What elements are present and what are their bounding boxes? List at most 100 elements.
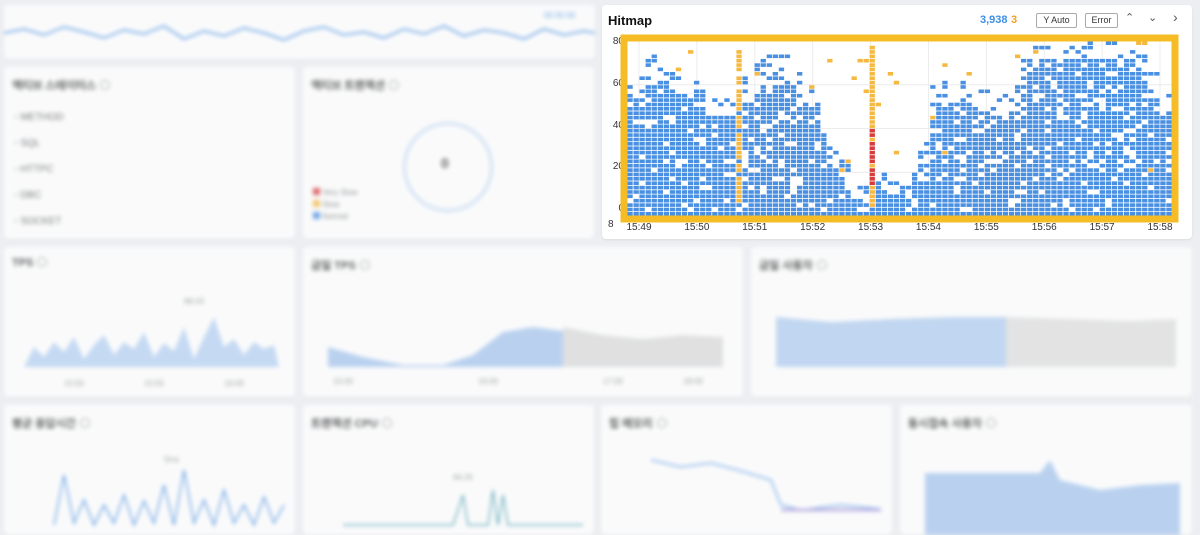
hitmap-cell: [966, 212, 972, 216]
hitmap-cell: [1099, 133, 1105, 137]
hitmap-cell: [936, 111, 942, 115]
hitmap-cell: [1166, 212, 1172, 216]
hitmap-cell: [669, 185, 676, 190]
hitmap-cell: [718, 102, 724, 107]
hitmap-cell: [1087, 107, 1093, 111]
hitmap-cell: [663, 155, 669, 159]
hitmap-cell: [797, 146, 803, 150]
hitmap-cell: [1142, 190, 1148, 194]
hitmap-cell: [869, 128, 875, 133]
hitmap-cell: [657, 207, 663, 212]
hitmap-cell: [694, 107, 700, 111]
hitmap-cell: [1063, 155, 1069, 159]
hitmap-cell: [1069, 137, 1075, 142]
hitmap-cell: [1039, 85, 1045, 89]
hitmap-cell: [627, 203, 633, 207]
hitmap-cell: [645, 168, 651, 172]
hitmap-cell: [851, 198, 857, 203]
hitmap-cell: [1117, 89, 1124, 94]
hitmap-cell: [790, 85, 797, 89]
hitmap-cell: [1124, 207, 1130, 212]
hitmap-cell: [990, 155, 996, 159]
hitmap-cell: [906, 212, 912, 216]
hitmap-cell: [869, 89, 875, 94]
x-tick-label: 15:50: [684, 222, 709, 233]
hitmap-cell: [766, 128, 772, 133]
hitmap-cell: [1069, 124, 1075, 129]
hitmap-cell: [1063, 146, 1069, 150]
hitmap-cell: [1142, 98, 1148, 102]
hitmap-cell: [1045, 67, 1051, 72]
hitmap-cell: [651, 102, 657, 107]
hitmap-cell: [1148, 120, 1154, 124]
hitmap-cell: [706, 137, 712, 142]
hitmap-cell: [978, 212, 984, 216]
hitmap-cell: [948, 137, 954, 142]
hitmap-cell: [730, 102, 736, 107]
hitmap-cell: [966, 203, 972, 207]
hitmap-cell: [869, 58, 875, 63]
hitmap-cell: [1154, 115, 1160, 120]
hitmap-cell: [1093, 72, 1099, 76]
hitmap-cell: [797, 155, 803, 159]
hitmap-cell: [784, 120, 791, 124]
hitmap-cell: [1148, 137, 1154, 142]
hitmap-cell: [1033, 137, 1039, 142]
hitmap-cell: [1081, 80, 1087, 85]
hitmap-cell: [1124, 89, 1130, 94]
hitmap-cell: [1063, 63, 1069, 67]
hitmap-cell: [657, 137, 663, 142]
hitmap-cell: [681, 137, 688, 142]
hitmap-cell: [651, 58, 657, 63]
hitmap-cell: [772, 93, 778, 98]
hitmap-cell: [966, 72, 972, 76]
hitmap-cell: [700, 133, 706, 137]
hitmap-cell: [736, 155, 742, 159]
hitmap-chart[interactable]: 15:49 15:50 15:51 15:52 15:53 15:54 15:55 15:56…: [602, 5, 1192, 239]
hitmap-cell: [996, 146, 1003, 150]
hitmap-cell: [1008, 194, 1015, 199]
hitmap-cell: [1063, 185, 1069, 190]
hitmap-cell: [833, 203, 839, 207]
hitmap-cell: [797, 212, 803, 216]
hitmap-cell: [984, 185, 990, 190]
hitmap-cell: [972, 177, 978, 181]
hitmap-cell: [663, 89, 669, 94]
hitmap-cell: [627, 207, 633, 212]
hitmap-cell: [1087, 128, 1093, 133]
hitmap-cell: [1087, 194, 1093, 199]
hitmap-cell: [718, 163, 724, 168]
hitmap-cell: [1039, 58, 1045, 63]
hitmap-cell: [1063, 137, 1069, 142]
hitmap-cell: [1148, 181, 1154, 185]
hitmap-cell: [1081, 76, 1087, 80]
hitmap-cell: [996, 98, 1003, 102]
hitmap-cell: [694, 207, 700, 212]
hitmap-cell: [930, 163, 936, 168]
hitmap-cell: [1021, 137, 1027, 142]
hitmap-cell: [1051, 98, 1057, 102]
hitmap-cell: [651, 142, 657, 146]
x-tick: 15:00: [333, 377, 354, 386]
hitmap-cell: [1063, 107, 1069, 111]
hitmap-cell: [1002, 133, 1009, 137]
hitmap-cell: [1136, 98, 1142, 102]
hitmap-cell: [675, 142, 682, 146]
hitmap-cell: [948, 133, 954, 137]
hitmap-cell: [681, 111, 688, 115]
hitmap-cell: [657, 146, 663, 150]
hitmap-cell: [942, 133, 948, 137]
hitmap-cell: [1027, 194, 1033, 199]
hitmap-cell: [1057, 72, 1063, 76]
hitmap-cell: [1021, 58, 1027, 63]
hitmap-cell: [948, 115, 954, 120]
hitmap-cell: [996, 177, 1003, 181]
hitmap-cell: [948, 177, 954, 181]
hitmap-cell: [984, 89, 990, 94]
hitmap-cell: [815, 159, 821, 164]
hitmap-cell: [1154, 177, 1160, 181]
hitmap-cell: [797, 168, 803, 172]
hitmap-cell: [839, 198, 845, 203]
hitmap-cell: [1027, 98, 1033, 102]
hitmap-cell: [1160, 150, 1166, 155]
